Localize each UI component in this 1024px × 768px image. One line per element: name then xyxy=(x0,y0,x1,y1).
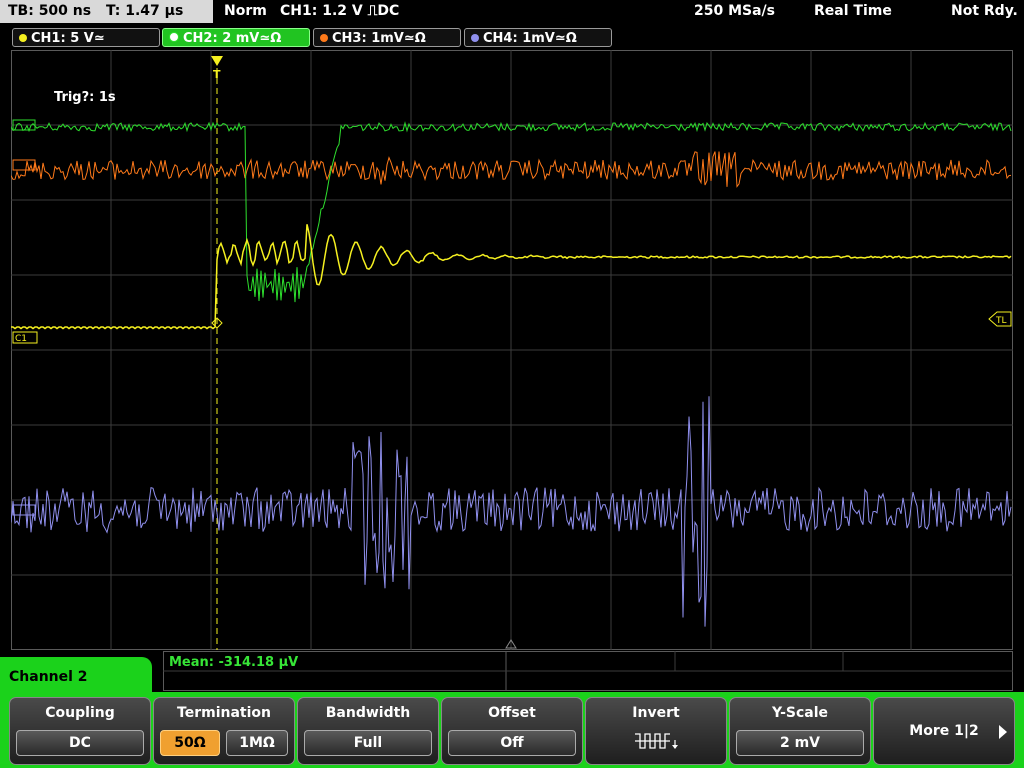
mean-measurement: Mean: -314.18 µV xyxy=(169,655,299,670)
yscale-title: Y-Scale xyxy=(771,705,828,721)
ch1-marker-text: C1 xyxy=(15,334,27,344)
channel-tab[interactable]: Channel 2 xyxy=(0,657,152,697)
chevron-right-icon xyxy=(999,725,1007,739)
more-title: More 1|2 xyxy=(909,723,979,739)
more-softkey[interactable]: More 1|2 xyxy=(873,697,1015,765)
trigger-source[interactable]: CH1: 1.2 V ⎍DC xyxy=(280,0,399,23)
ch1-color-dot xyxy=(19,34,27,42)
offset-value[interactable]: Off xyxy=(448,730,576,756)
invert-softkey[interactable]: Invert xyxy=(585,697,727,765)
invert-title: Invert xyxy=(632,705,680,721)
ch2-color-dot xyxy=(169,32,179,42)
trigger-level-text: TL xyxy=(995,316,1007,326)
coupling-value[interactable]: DC xyxy=(16,730,144,756)
ch4-offset-marker-icon xyxy=(12,504,36,516)
coupling-title: Coupling xyxy=(45,705,115,721)
yscale-softkey[interactable]: Y-Scale 2 mV xyxy=(729,697,871,765)
termination-softkey[interactable]: Termination 50Ω 1MΩ xyxy=(153,697,295,765)
ch4-color-dot xyxy=(471,34,479,42)
invert-waveform-icon xyxy=(635,733,678,749)
trigger-info: Trig?: 1s xyxy=(54,90,116,105)
trigger-position-marker-icon xyxy=(211,56,223,66)
bandwidth-softkey[interactable]: Bandwidth Full xyxy=(297,697,439,765)
ch4-label[interactable]: CH4: 1mV≃Ω xyxy=(464,28,612,47)
offset-softkey[interactable]: Offset Off xyxy=(441,697,583,765)
waveform-svg: T C1 TL xyxy=(11,50,1013,650)
trigger-pos-text: T xyxy=(213,68,221,81)
ch2-label[interactable]: CH2: 2 mV≃Ω xyxy=(162,28,310,47)
ch3-label[interactable]: CH3: 1mV≃Ω xyxy=(313,28,461,47)
timebase-box[interactable]: TB: 500 ns T: 1.47 µs xyxy=(0,0,213,23)
trigger-time-readout: T: 1.47 µs xyxy=(105,3,184,19)
bandwidth-value[interactable]: Full xyxy=(304,730,432,756)
yscale-value[interactable]: 2 mV xyxy=(736,730,864,756)
acquisition-mode: Real Time xyxy=(814,3,892,19)
bandwidth-title: Bandwidth xyxy=(325,705,411,721)
trigger-mode[interactable]: Norm xyxy=(224,0,267,23)
termination-1mohm-option[interactable]: 1MΩ xyxy=(226,730,288,756)
graticule xyxy=(11,50,1013,650)
termination-title: Termination xyxy=(177,705,271,721)
acquisition-state: Not Rdy. xyxy=(951,3,1018,19)
ch1-label[interactable]: CH1: 5 V≃ xyxy=(12,28,160,47)
timebase-readout: TB: 500 ns xyxy=(8,3,92,19)
sample-rate: 250 MSa/s xyxy=(694,3,776,19)
termination-50ohm-option[interactable]: 50Ω xyxy=(160,730,220,756)
coupling-softkey[interactable]: Coupling DC xyxy=(9,697,151,765)
offset-title: Offset xyxy=(488,705,536,721)
ch3-color-dot xyxy=(320,34,328,42)
